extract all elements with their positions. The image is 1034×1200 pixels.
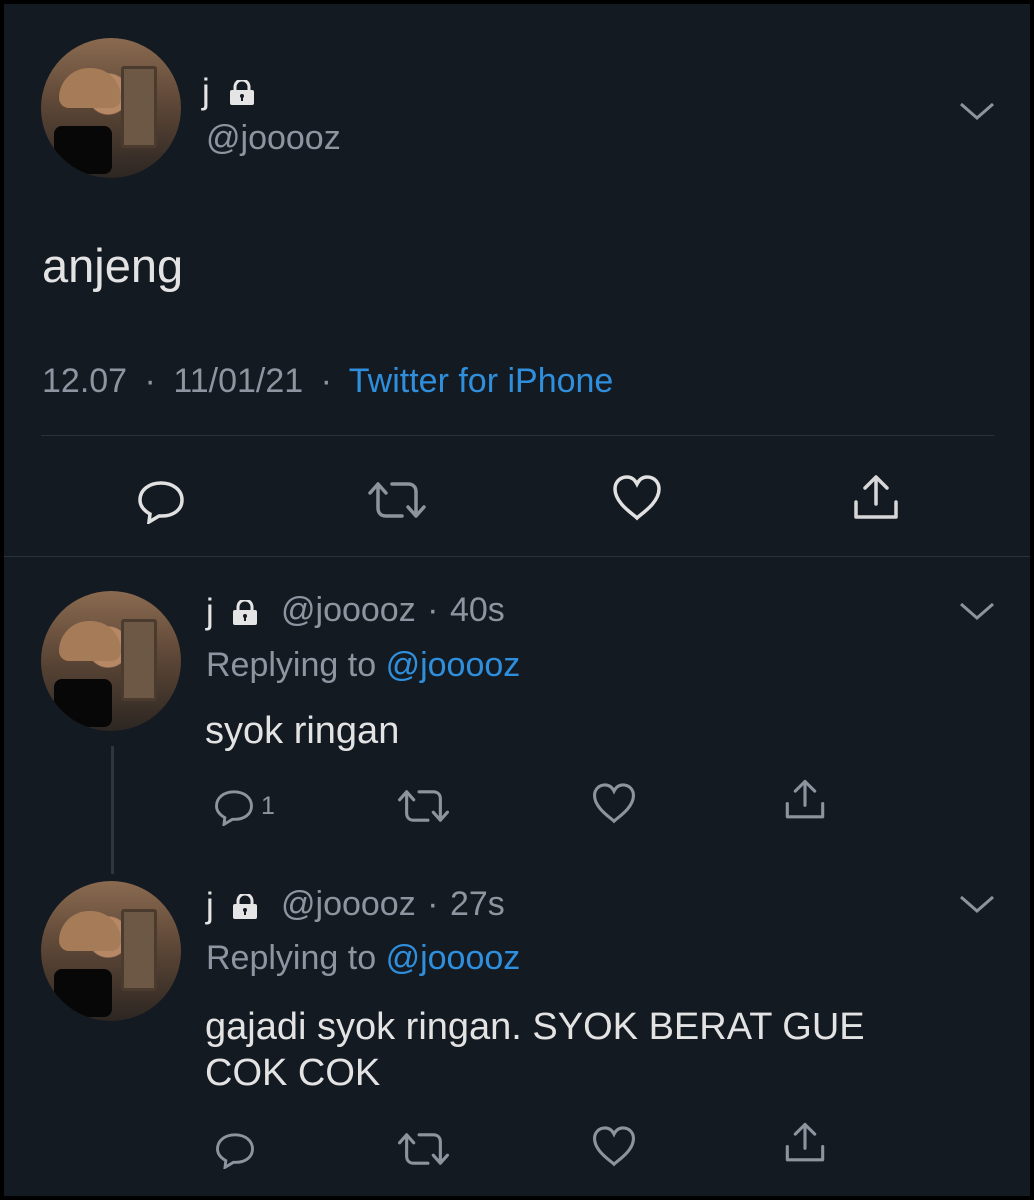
reply-comment-button[interactable]: 1: [213, 786, 275, 826]
time-separator: ·: [427, 591, 439, 629]
tweet-thread-screen: j @jooooz anjeng 12.07 · 11/01/21 · Twit…: [4, 4, 1030, 1196]
main-handle[interactable]: @jooooz: [206, 121, 341, 155]
retweet-icon: [397, 1133, 450, 1165]
second-reply-text-line-1: gajadi syok ringan. SYOK BERAT GUE: [205, 1006, 865, 1048]
retweet-icon: [397, 790, 450, 822]
heart-icon: [592, 783, 636, 824]
second-reply-comment-button[interactable]: [214, 1129, 256, 1169]
second-reply-retweet-button[interactable]: [396, 1129, 451, 1169]
reply-display-name[interactable]: j: [206, 594, 214, 629]
reply-icon: [216, 1133, 254, 1169]
second-reply-share-button[interactable]: [782, 1120, 828, 1166]
replying-handle-link[interactable]: @jooooz: [386, 646, 521, 684]
main-avatar[interactable]: [41, 38, 181, 178]
avatar-phone-shape: [54, 126, 112, 174]
reply-count: 1: [261, 791, 275, 820]
retweet-button[interactable]: [366, 478, 428, 522]
avatar-phone-shape: [54, 969, 112, 1017]
second-reply-handle[interactable]: @jooooz: [281, 885, 416, 923]
lock-icon: [233, 600, 257, 625]
replying-handle-link[interactable]: @jooooz: [386, 939, 521, 977]
reply-share-button[interactable]: [782, 777, 828, 823]
share-icon: [854, 475, 898, 519]
avatar-door-shape: [121, 909, 157, 991]
lock-icon: [230, 80, 254, 105]
retweet-icon: [368, 482, 426, 518]
avatar-phone-shape: [54, 679, 112, 727]
second-reply-text-line-2: COK COK: [205, 1052, 381, 1095]
tweet-date: 11/01/21: [173, 362, 304, 400]
lock-icon: [233, 894, 257, 919]
avatar-door-shape: [121, 619, 157, 701]
heart-icon: [613, 475, 661, 521]
main-tweet-text: anjeng: [42, 239, 184, 292]
reply-like-button[interactable]: [591, 782, 637, 825]
second-reply-text: gajadi syok ringan. SYOK BERAT GUE COK C…: [205, 1004, 865, 1097]
second-reply-meta: @jooooz · 27s: [281, 887, 505, 921]
replying-label: Replying to: [206, 646, 377, 684]
reply-icon: [215, 790, 253, 826]
tweet-metadata: 12.07 · 11/01/21 · Twitter for iPhone: [42, 364, 613, 398]
second-replying-to: Replying to @jooooz: [206, 941, 520, 975]
chevron-down-icon[interactable]: [959, 601, 995, 621]
time-separator: ·: [427, 885, 439, 923]
reply-text: syok ringan: [205, 710, 400, 752]
replying-to: Replying to @jooooz: [206, 648, 520, 682]
reply-handle[interactable]: @jooooz: [281, 591, 416, 629]
share-icon: [785, 779, 825, 819]
avatar-hair-shape: [59, 621, 121, 661]
avatar-door-shape: [121, 66, 157, 148]
second-reply-time: 27s: [449, 885, 505, 923]
second-reply-like-button[interactable]: [591, 1125, 637, 1168]
share-button[interactable]: [850, 472, 902, 524]
chevron-down-icon[interactable]: [959, 101, 995, 121]
second-reply-avatar[interactable]: [41, 881, 181, 1021]
like-button[interactable]: [611, 474, 663, 522]
tweet-source-link[interactable]: Twitter for iPhone: [349, 362, 614, 400]
tweet-time: 12.07: [42, 362, 128, 400]
avatar-hair-shape: [59, 911, 121, 951]
reply-time: 40s: [449, 591, 505, 629]
thread-divider: [4, 556, 1030, 557]
chevron-down-icon[interactable]: [959, 894, 995, 914]
reply-icon: [138, 481, 184, 524]
share-icon: [785, 1122, 825, 1162]
reply-meta: @jooooz · 40s: [281, 593, 505, 627]
thread-line: [111, 746, 114, 874]
main-display-name[interactable]: j: [202, 74, 210, 109]
meta-separator: ·: [144, 362, 156, 400]
reply-button[interactable]: [137, 476, 185, 524]
reply-avatar[interactable]: [41, 591, 181, 731]
second-reply-display-name[interactable]: j: [206, 888, 214, 923]
replying-label: Replying to: [206, 939, 377, 977]
avatar-hair-shape: [59, 68, 121, 108]
action-divider: [41, 435, 994, 436]
heart-icon: [592, 1126, 636, 1167]
reply-retweet-button[interactable]: [396, 786, 451, 826]
meta-separator: ·: [320, 362, 332, 400]
